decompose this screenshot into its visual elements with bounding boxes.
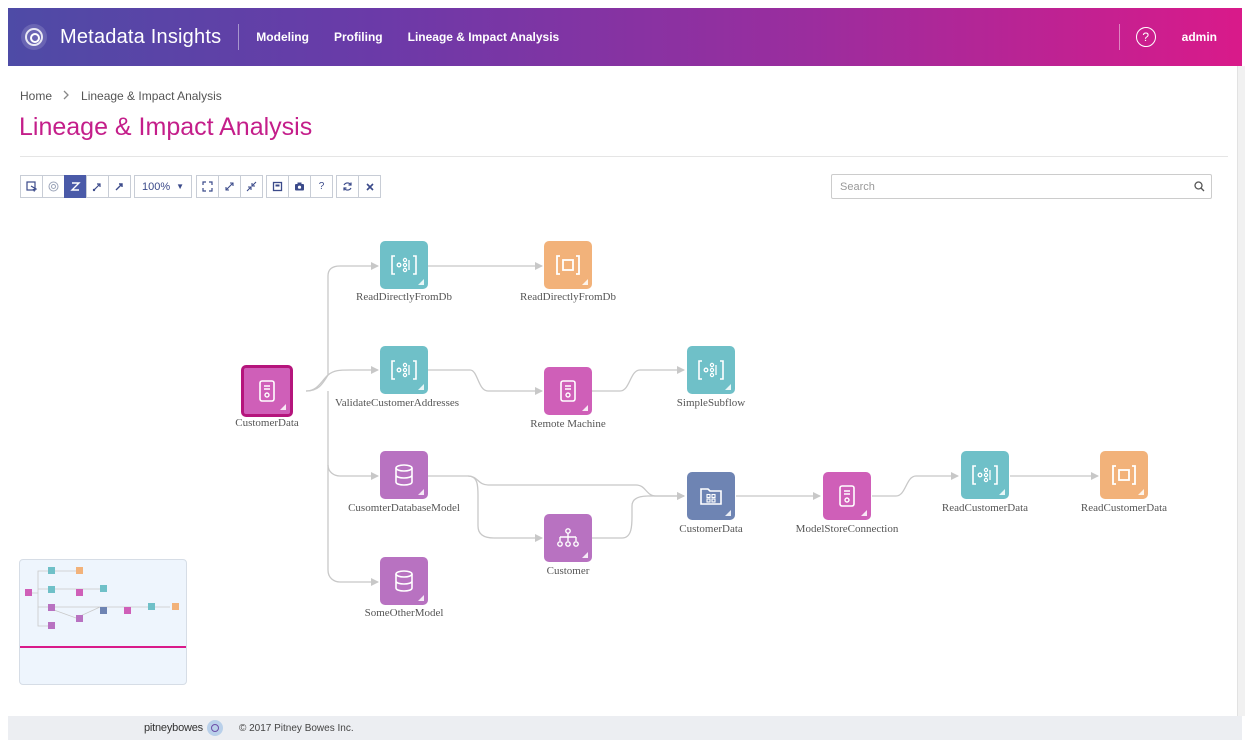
subflow-icon bbox=[391, 255, 417, 275]
app-title[interactable]: Metadata Insights bbox=[60, 26, 221, 49]
database-icon bbox=[395, 464, 413, 486]
search-input[interactable] bbox=[840, 180, 1187, 193]
node-customerdata-connection[interactable] bbox=[241, 365, 293, 417]
caret-down-icon: ▼ bbox=[176, 182, 185, 191]
target-icon[interactable] bbox=[42, 175, 65, 198]
graph-minimap[interactable] bbox=[19, 559, 187, 685]
node-label: ValidateCustomerAddresses bbox=[334, 397, 460, 409]
nav-lineage-impact-analysis[interactable]: Lineage & Impact Analysis bbox=[408, 30, 560, 44]
node-customer[interactable] bbox=[544, 514, 592, 562]
node-label: CusomterDatabaseModel bbox=[348, 502, 460, 514]
folder-icon bbox=[700, 488, 722, 505]
toolbar-group-view bbox=[196, 175, 263, 198]
node-label: CustomerData bbox=[679, 523, 743, 535]
edge bbox=[305, 262, 379, 392]
node-remote-machine[interactable] bbox=[544, 367, 592, 415]
node-label: ReadDirectlyFromDb bbox=[356, 291, 452, 303]
node-label: Customer bbox=[546, 565, 590, 577]
expand-downstream-icon[interactable] bbox=[108, 175, 131, 198]
expand-icon[interactable] bbox=[218, 175, 241, 198]
node-label: ModelStoreConnection bbox=[795, 523, 899, 535]
node-someothermodel[interactable] bbox=[380, 557, 428, 605]
divider bbox=[20, 156, 1228, 157]
page: Metadata Insights Modeling Profiling Lin… bbox=[0, 0, 1245, 740]
zoom-level: 100% bbox=[141, 180, 171, 193]
node-cusomterdatabasemodel[interactable] bbox=[380, 451, 428, 499]
edge bbox=[592, 492, 685, 539]
help-icon[interactable]: ? bbox=[1135, 27, 1156, 47]
node-label: ReadCustomerData bbox=[941, 502, 1029, 514]
connection-icon bbox=[839, 485, 855, 507]
footer: pitneybowes © 2017 Pitney Bowes Inc. bbox=[8, 716, 1242, 740]
search-box bbox=[831, 174, 1212, 199]
toolbar-group-export: ? bbox=[266, 175, 333, 198]
footer-brand: pitneybowes bbox=[144, 722, 203, 734]
copyright: © 2017 Pitney Bowes Inc. bbox=[238, 722, 354, 734]
edge bbox=[592, 366, 685, 392]
edge bbox=[305, 366, 379, 392]
divider bbox=[238, 24, 240, 50]
close-icon[interactable] bbox=[358, 175, 381, 198]
topbar-right: ? admin bbox=[1118, 8, 1242, 66]
subflow-icon bbox=[391, 360, 417, 380]
node-label: ReadDirectlyFromDb bbox=[520, 291, 616, 303]
node-label: CustomerData bbox=[235, 417, 299, 429]
node-readdirectlyfromdb-endpoint[interactable] bbox=[544, 241, 592, 289]
expand-upstream-icon[interactable] bbox=[86, 175, 109, 198]
select-icon[interactable] bbox=[20, 175, 43, 198]
subflow-icon bbox=[972, 465, 998, 485]
node-readcustomerdata-subflow[interactable] bbox=[961, 451, 1009, 499]
database-icon bbox=[395, 570, 413, 592]
collapse-icon[interactable] bbox=[240, 175, 263, 198]
save-icon[interactable] bbox=[266, 175, 289, 198]
node-customerdata-folder[interactable] bbox=[687, 472, 735, 520]
endpoint-icon bbox=[556, 255, 580, 275]
minimap-preview bbox=[20, 567, 186, 648]
subflow-icon bbox=[698, 360, 724, 380]
help-icon[interactable]: ? bbox=[310, 175, 333, 198]
endpoint-icon bbox=[1112, 465, 1136, 485]
breadcrumb-current: Lineage & Impact Analysis bbox=[81, 89, 222, 103]
connection-icon bbox=[259, 380, 275, 402]
nav-profiling[interactable]: Profiling bbox=[334, 30, 383, 44]
zoom-select[interactable]: 100% ▼ bbox=[134, 175, 192, 198]
lineage-icon[interactable] bbox=[64, 175, 87, 198]
fit-icon[interactable] bbox=[196, 175, 219, 198]
breadcrumb-home[interactable]: Home bbox=[20, 89, 52, 103]
node-validatecustomeraddresses-subflow[interactable] bbox=[380, 346, 428, 394]
node-simplesubflow[interactable] bbox=[687, 346, 735, 394]
main-nav: Modeling Profiling Lineage & Impact Anal… bbox=[256, 30, 584, 44]
edge bbox=[327, 465, 379, 586]
top-navbar: Metadata Insights Modeling Profiling Lin… bbox=[8, 8, 1242, 66]
chevron-right-icon bbox=[63, 89, 70, 103]
graph-toolbar: 100% ▼ ? bbox=[20, 175, 384, 198]
refresh-icon[interactable] bbox=[336, 175, 359, 198]
nav-modeling[interactable]: Modeling bbox=[256, 30, 309, 44]
node-label: Remote Machine bbox=[530, 418, 606, 430]
node-label: ReadCustomerData bbox=[1080, 502, 1168, 514]
connection-icon bbox=[560, 380, 576, 402]
node-label: SimpleSubflow bbox=[676, 397, 746, 409]
user-menu[interactable]: admin bbox=[1182, 30, 1217, 44]
edge bbox=[428, 475, 685, 500]
brand-logo-icon bbox=[206, 720, 223, 736]
hierarchy-icon bbox=[557, 528, 579, 547]
toolbar-group-select bbox=[20, 175, 131, 198]
edge bbox=[872, 472, 959, 497]
node-readdirectlyfromdb-subflow[interactable] bbox=[380, 241, 428, 289]
node-modelstoreconnection[interactable] bbox=[823, 472, 871, 520]
node-label: SomeOtherModel bbox=[364, 607, 444, 619]
search-icon[interactable] bbox=[1187, 181, 1211, 192]
camera-icon[interactable] bbox=[288, 175, 311, 198]
app-logo-icon[interactable] bbox=[21, 24, 47, 50]
breadcrumb: Home Lineage & Impact Analysis bbox=[20, 89, 222, 103]
edge bbox=[428, 369, 543, 395]
page-title: Lineage & Impact Analysis bbox=[19, 113, 313, 141]
toolbar-group-actions bbox=[336, 175, 381, 198]
divider bbox=[1118, 24, 1120, 50]
node-readcustomerdata-endpoint[interactable] bbox=[1100, 451, 1148, 499]
